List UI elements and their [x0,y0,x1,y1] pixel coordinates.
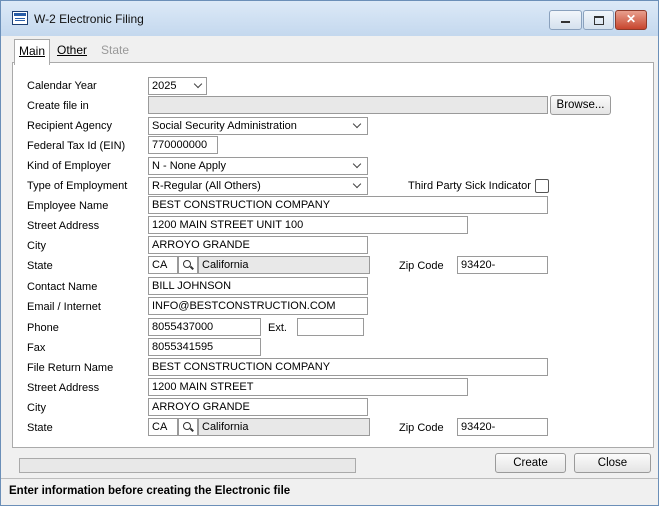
phone-input[interactable]: 8055437000 [148,318,261,336]
ext-input[interactable] [297,318,364,336]
state-lookup-search-icon[interactable] [178,256,198,274]
chevron-down-icon [352,121,362,131]
kind-of-employer-label: Kind of Employer [27,160,111,172]
city-input[interactable]: ARROYO GRANDE [148,236,368,254]
close-window-button[interactable]: ✕ [615,10,647,30]
return-zip-code-label: Zip Code [399,422,444,434]
contact-name-label: Contact Name [27,281,98,293]
w2-electronic-filing-window: W-2 Electronic Filing ✕ Main Other State… [0,0,659,506]
window-title: W-2 Electronic Filing [34,12,144,26]
type-of-employment-value: R-Regular (All Others) [152,180,261,192]
type-of-employment-label: Type of Employment [27,180,128,192]
status-bar: Enter information before creating the El… [1,478,658,506]
federal-tax-id-label: Federal Tax Id (EIN) [27,140,126,152]
calendar-year-select[interactable]: 2025 [148,77,207,95]
close-icon: ✕ [625,12,637,26]
close-button[interactable]: Close [574,453,651,473]
create-file-in-label: Create file in [27,100,89,112]
kind-of-employer-value: N - None Apply [152,160,226,172]
city-label: City [27,240,46,252]
app-form-icon [12,11,28,25]
create-file-in-input[interactable] [148,96,548,114]
fax-input[interactable]: 8055341595 [148,338,261,356]
recipient-agency-label: Recipient Agency [27,120,112,132]
kind-of-employer-select[interactable]: N - None Apply [148,157,368,175]
email-label: Email / Internet [27,301,101,313]
recipient-agency-select[interactable]: Social Security Administration [148,117,368,135]
federal-tax-id-input[interactable]: 770000000 [148,136,218,154]
state-code-input[interactable]: CA [148,256,178,274]
state-label: State [27,260,53,272]
file-return-name-label: File Return Name [27,362,114,374]
tab-other[interactable]: Other [53,39,91,61]
minimize-button[interactable] [549,10,582,30]
phone-label: Phone [27,322,59,334]
zip-code-label: Zip Code [399,260,444,272]
recipient-agency-value: Social Security Administration [152,120,297,132]
ext-label: Ext. [268,322,287,334]
street-address-label: Street Address [27,220,100,232]
email-input[interactable]: INFO@BESTCONSTRUCTION.COM [148,297,368,315]
browse-button[interactable]: Browse... [550,95,611,115]
return-zip-code-input[interactable]: 93420- [457,418,548,436]
file-return-name-input[interactable]: BEST CONSTRUCTION COMPANY [148,358,548,376]
fax-label: Fax [27,342,46,354]
chevron-down-icon [352,161,362,171]
calendar-year-value: 2025 [152,80,177,92]
status-message: Enter information before creating the El… [9,485,291,497]
progress-bar [19,458,356,473]
employee-name-input[interactable]: BEST CONSTRUCTION COMPANY [148,196,548,214]
title-bar[interactable]: W-2 Electronic Filing ✕ [1,1,658,36]
return-street-address-input[interactable]: 1200 MAIN STREET [148,378,468,396]
type-of-employment-select[interactable]: R-Regular (All Others) [148,177,368,195]
return-street-address-label: Street Address [27,382,100,394]
return-state-name-display: California [198,418,370,436]
chevron-down-icon [193,81,203,91]
return-state-code-input[interactable]: CA [148,418,178,436]
employee-name-label: Employee Name [27,200,109,212]
street-address-input[interactable]: 1200 MAIN STREET UNIT 100 [148,216,468,234]
third-party-sick-checkbox[interactable] [535,179,549,193]
maximize-button[interactable] [583,10,614,30]
zip-code-input[interactable]: 93420- [457,256,548,274]
create-button[interactable]: Create [495,453,566,473]
return-city-input[interactable]: ARROYO GRANDE [148,398,368,416]
tab-main[interactable]: Main [14,39,50,65]
return-state-lookup-search-icon[interactable] [178,418,198,436]
calendar-year-label: Calendar Year [27,80,97,92]
maximize-icon [594,16,604,25]
state-name-display: California [198,256,370,274]
return-state-label: State [27,422,53,434]
contact-name-input[interactable]: BILL JOHNSON [148,277,368,295]
tab-state: State [100,43,130,57]
return-city-label: City [27,402,46,414]
chevron-down-icon [352,181,362,191]
third-party-sick-label: Third Party Sick Indicator [408,180,531,192]
minimize-icon [561,21,570,23]
